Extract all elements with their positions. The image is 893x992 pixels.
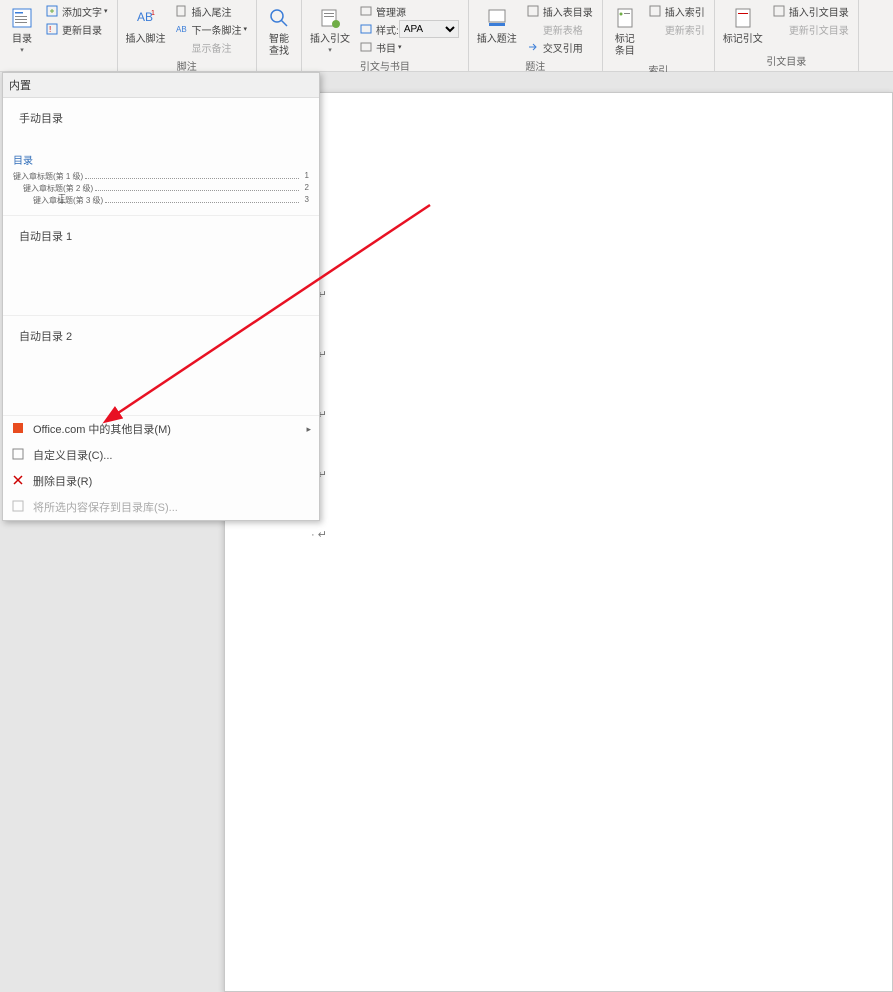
insert-index-button[interactable]: 插入索引: [645, 2, 708, 20]
add-text-icon: [45, 4, 59, 18]
auto2-title: 自动目录 2: [13, 324, 309, 348]
insert-endnote-button[interactable]: 插入尾注: [172, 2, 251, 20]
group-citations: 插入引文 ▾ 管理源 样式: APA 书目 ▾ 引: [302, 0, 469, 71]
svg-text:1: 1: [151, 10, 155, 17]
mark-citation-button[interactable]: 标记引文: [719, 2, 767, 48]
para-mark: · ↵: [311, 528, 327, 541]
show-notes-icon: [175, 40, 189, 54]
gallery-auto-toc-2[interactable]: 自动目录 2: [3, 316, 319, 416]
insert-auth-icon: [772, 4, 786, 18]
manage-icon: [359, 4, 373, 18]
group-footnote: AB1 插入脚注 插入尾注 AB 下一条脚注 ▾ 显示备注 脚注: [118, 0, 258, 71]
menu-office-more[interactable]: Office.com 中的其他目录(M) ▸: [3, 416, 319, 442]
next-footnote-button[interactable]: AB 下一条脚注 ▾: [172, 20, 251, 38]
manual-preview: 目录 ⌶ 键入章标题(第 1 级)1 键入章标题(第 2 级)2 键入章标题(第…: [13, 136, 309, 206]
update-toc-button[interactable]: ! 更新目录: [42, 20, 111, 38]
group-research: 智能 查找: [257, 0, 302, 71]
insert-citation-button[interactable]: 插入引文 ▾: [306, 2, 354, 56]
update-toc-icon: !: [45, 22, 59, 36]
insert-fig-table-button[interactable]: 插入表目录: [523, 2, 596, 20]
toc-icon: [8, 4, 36, 32]
toc-button[interactable]: 目录 ▾: [4, 2, 40, 56]
ribbon: 目录 ▾ 添加文字 ▾ ! 更新目录 AB1 插入脚注: [0, 0, 893, 72]
insert-caption-button[interactable]: 插入题注: [473, 2, 521, 48]
mark-entry-button[interactable]: 标记 条目: [607, 2, 643, 60]
group-index: 标记 条目 插入索引 更新索引 索引: [603, 0, 715, 71]
insert-footnote-label: 插入脚注: [126, 34, 166, 46]
chevron-down-icon: ▾: [20, 46, 24, 54]
remove-toc-icon: [11, 473, 27, 489]
editor-area: 演示 · · ↵ · ↵ · ↵ · ↵ · ↵: [224, 72, 893, 521]
next-footnote-icon: AB: [175, 22, 189, 36]
insert-index-icon: [648, 4, 662, 18]
save-toc-icon: [11, 499, 27, 515]
insert-footnote-button[interactable]: AB1 插入脚注: [122, 2, 170, 48]
add-text-button[interactable]: 添加文字 ▾: [42, 2, 111, 20]
manage-sources-button[interactable]: 管理源: [356, 2, 462, 20]
fig-table-icon: [526, 4, 540, 18]
group-toc: 目录 ▾ 添加文字 ▾ ! 更新目录: [0, 0, 118, 71]
citation-style-row: 样式: APA: [356, 20, 462, 38]
cross-ref-icon: [526, 40, 540, 54]
style-icon: [359, 22, 373, 36]
search-icon: [265, 4, 293, 32]
group-captions: 插入题注 插入表目录 更新表格 交叉引用 题注: [469, 0, 603, 71]
menu-save-toc[interactable]: 将所选内容保存到目录库(S)...: [3, 494, 319, 520]
smart-lookup-label: 智能 查找: [269, 34, 289, 58]
dropdown-builtin-header: 内置: [3, 73, 319, 98]
cross-ref-button[interactable]: 交叉引用: [523, 38, 596, 56]
svg-text:!: !: [49, 25, 51, 34]
show-notes-button: 显示备注: [172, 38, 251, 56]
mark-citation-icon: [729, 4, 757, 32]
biblio-icon: [359, 40, 373, 54]
toc-label: 目录: [12, 34, 32, 46]
chevron-right-icon: ▸: [306, 424, 311, 435]
chevron-down-icon: ▾: [328, 46, 332, 54]
smart-lookup-button[interactable]: 智能 查找: [261, 2, 297, 60]
mark-citation-label: 标记引文: [723, 34, 763, 46]
endnote-icon: [175, 4, 189, 18]
auto1-title: 自动目录 1: [13, 224, 309, 248]
insert-citation-label: 插入引文: [310, 34, 350, 46]
custom-toc-icon: [11, 447, 27, 463]
bibliography-button[interactable]: 书目 ▾: [356, 38, 462, 56]
menu-custom-toc[interactable]: 自定义目录(C)...: [3, 442, 319, 468]
text-cursor-icon: ⌶: [58, 191, 66, 207]
citation-icon: [316, 4, 344, 32]
group-authorities: 标记引文 插入引文目录 更新引文目录 引文目录: [715, 0, 859, 71]
mark-entry-icon: [611, 4, 639, 32]
citation-style-select[interactable]: APA: [399, 20, 459, 38]
manual-toc-title: 手动目录: [13, 106, 309, 130]
gallery-manual-toc[interactable]: 手动目录 目录 ⌶ 键入章标题(第 1 级)1 键入章标题(第 2 级)2 键入…: [3, 98, 319, 216]
preview-line: 键入章标题(第 1 级)1: [13, 171, 309, 182]
caption-icon: [483, 4, 511, 32]
toc-dropdown: 内置 手动目录 目录 ⌶ 键入章标题(第 1 级)1 键入章标题(第 2 级)2…: [2, 72, 320, 521]
update-authorities-button: 更新引文目录: [769, 20, 852, 38]
menu-remove-toc[interactable]: 删除目录(R): [3, 468, 319, 494]
office-icon: [11, 421, 27, 437]
insert-authorities-button[interactable]: 插入引文目录: [769, 2, 852, 20]
mark-entry-label: 标记 条目: [615, 34, 635, 58]
insert-caption-label: 插入题注: [477, 34, 517, 46]
document-page[interactable]: 演示 · · ↵ · ↵ · ↵ · ↵ · ↵: [224, 92, 893, 992]
group-authorities-label: 引文目录: [719, 51, 854, 71]
gallery-auto-toc-1[interactable]: 自动目录 1: [3, 216, 319, 316]
update-index-button: 更新索引: [645, 20, 708, 38]
update-table-button: 更新表格: [523, 20, 596, 38]
footnote-icon: AB1: [132, 4, 160, 32]
svg-text:AB: AB: [176, 25, 187, 34]
